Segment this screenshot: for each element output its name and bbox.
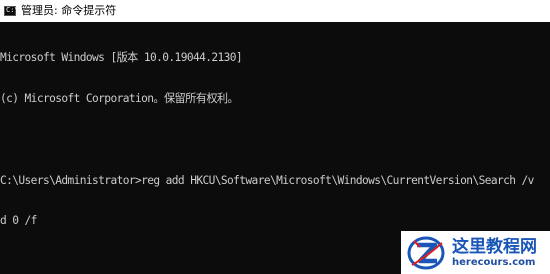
watermark: 这里教程网 herecours.com (401, 231, 550, 274)
cmd-icon: C:\ (4, 6, 19, 16)
console-output[interactable]: Microsoft Windows [版本 10.0.19044.2130] (… (0, 24, 550, 242)
window-title: 管理员: 命令提示符 (21, 4, 117, 17)
title-bar[interactable]: C:\ 管理员: 命令提示符 (0, 0, 550, 22)
console-line: d 0 /f (0, 214, 37, 228)
console-line: Microsoft Windows [版本 10.0.19044.2130] (0, 51, 243, 65)
console-line: C:\Users\Administrator>reg add HKCU\Soft… (0, 173, 534, 187)
console-line: (c) Microsoft Corporation。保留所有权利。 (0, 91, 239, 105)
watermark-url: herecours.com (452, 256, 536, 268)
watermark-name: 这里教程网 (452, 236, 537, 257)
z-logo-icon (407, 236, 445, 269)
